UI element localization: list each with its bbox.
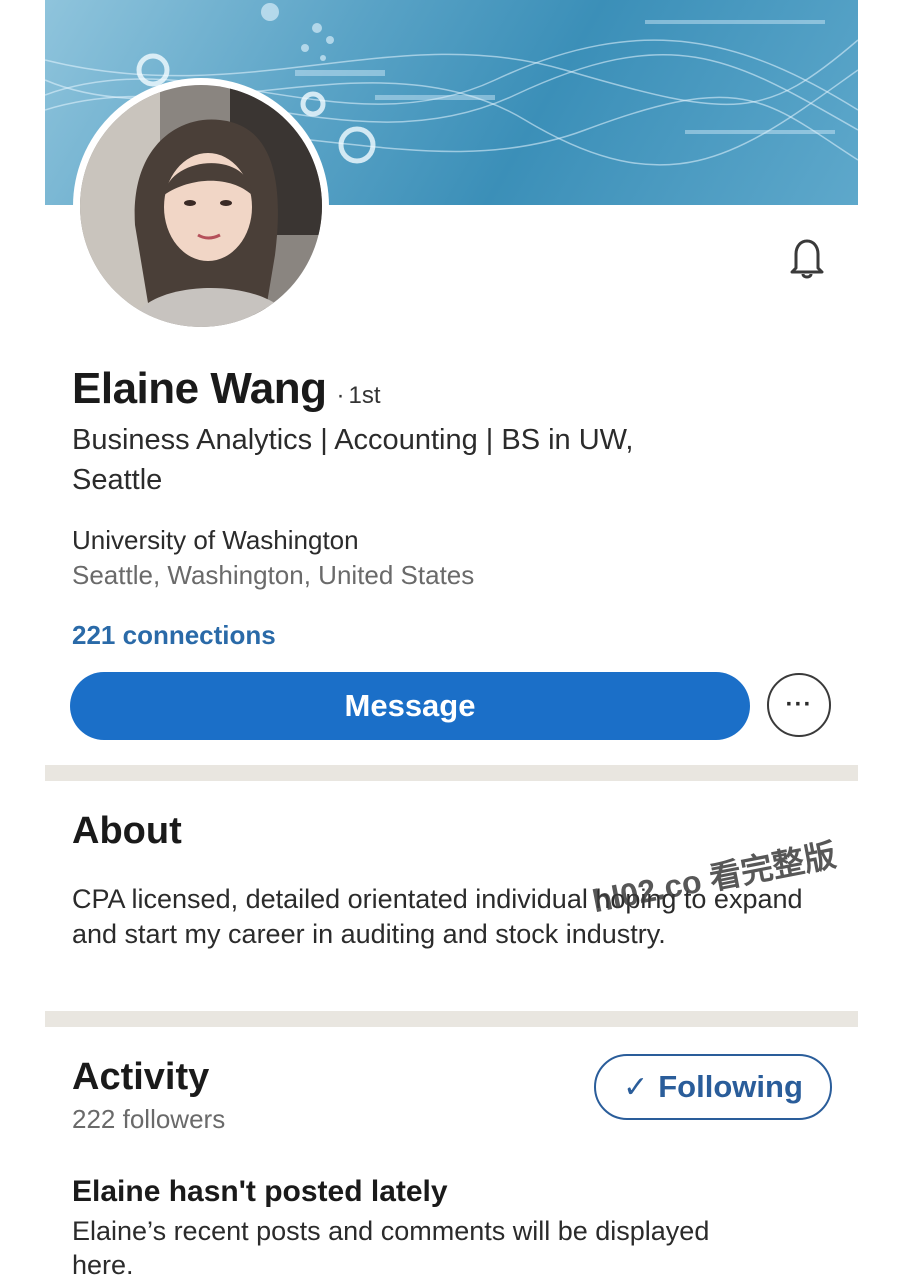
profile-school: University of Washington	[72, 525, 359, 555]
profile-photo-image	[80, 85, 322, 327]
profile-name: Elaine Wang	[72, 364, 327, 413]
activity-title: Activity	[72, 1056, 210, 1098]
section-divider	[45, 765, 858, 781]
name-row: Elaine Wang · 1st	[72, 364, 380, 414]
profile-location: Seattle, Washington, United States	[72, 560, 475, 590]
following-button[interactable]: ✓ Following	[594, 1054, 832, 1120]
connection-degree: 1st	[348, 382, 381, 409]
followers-count: 222 followers	[72, 1104, 226, 1134]
more-dots-icon: ···	[785, 691, 813, 718]
no-posts-text: Elaine’s recent posts and comments will …	[72, 1216, 710, 1280]
no-posts-title: Elaine hasn't posted lately	[72, 1175, 448, 1208]
profile-photo[interactable]	[73, 78, 329, 334]
notification-bell-icon[interactable]	[784, 236, 830, 280]
message-button[interactable]: Message	[70, 672, 750, 740]
profile-card: Elaine Wang · 1st Business Analytics | A…	[45, 0, 858, 1280]
more-options-button[interactable]: ···	[767, 673, 831, 737]
bell-icon	[790, 239, 824, 279]
following-label: Following	[658, 1069, 803, 1104]
about-title: About	[72, 810, 182, 852]
degree-separator: ·	[336, 382, 345, 409]
section-divider	[45, 1011, 858, 1027]
check-icon: ✓	[623, 1070, 649, 1104]
connections-link[interactable]: 221 connections	[72, 620, 276, 651]
profile-headline: Business Analytics | Accounting | BS in …	[72, 424, 634, 496]
